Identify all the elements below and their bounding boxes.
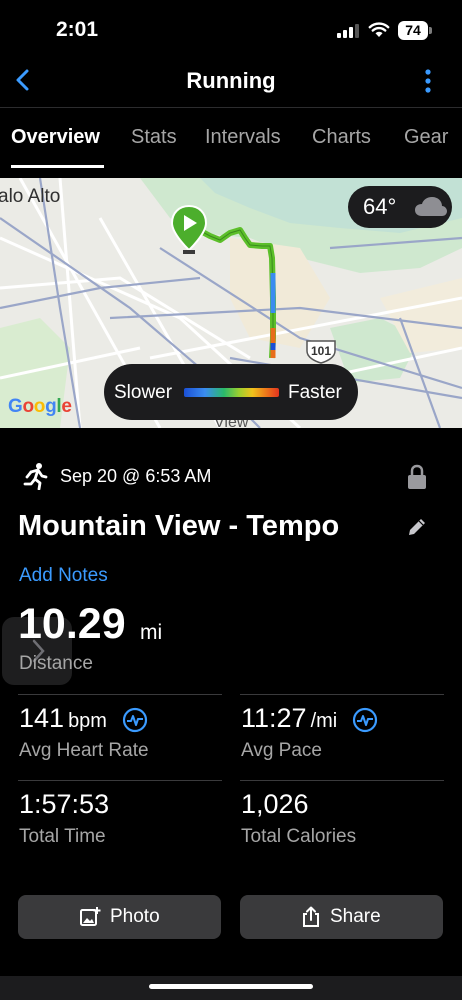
status-time: 2:01 [56,18,99,41]
heart-rate-chart-icon[interactable] [122,707,148,733]
highway-shield-icon: 101 [306,340,336,364]
cellular-signal-icon [337,24,359,38]
google-logo: Google [8,396,72,417]
avg-pace-label: Avg Pace [241,740,322,761]
battery-level: 74 [398,21,428,40]
total-time-value: 1:57:53 [19,789,110,819]
tab-overview[interactable]: Overview [11,126,100,149]
status-bar: 2:01 74 [0,0,462,60]
battery-icon: 74 [398,21,432,40]
activity-meta: Sep 20 @ 6:53 AM [18,460,444,494]
share-button-label: Share [330,906,381,927]
weather-temp: 64° [363,194,397,219]
divider [240,694,444,695]
speed-legend: Slower Faster [104,364,358,420]
divider [18,694,222,695]
tab-intervals[interactable]: Intervals [205,126,281,149]
tab-stats[interactable]: Stats [131,126,177,149]
tab-charts[interactable]: Charts [312,126,371,149]
more-options-icon[interactable] [420,68,436,94]
total-calories-value: 1,026 [241,789,309,819]
divider [240,780,444,781]
lock-icon[interactable] [406,464,428,490]
weather-badge: 64° [348,186,452,228]
avg-heart-rate-value: 141 bpm [19,703,107,733]
distance-value: 10.29 [18,600,126,648]
tab-gear[interactable]: Gear [404,126,448,149]
distance-label: Distance [19,653,93,674]
nav-header: Running [0,60,462,108]
speed-gradient-bar [184,388,279,397]
route-map[interactable]: alo Alto View 101 64° Google Slower Fast… [0,178,462,428]
add-notes-link[interactable]: Add Notes [19,565,108,587]
share-icon [303,906,319,927]
cloud-icon [415,197,447,216]
total-time-label: Total Time [19,826,106,847]
activity-date: Sep 20 @ 6:53 AM [60,466,212,486]
photo-button-label: Photo [110,906,160,927]
activity-title: Mountain View - Tempo [18,510,340,542]
share-button[interactable]: Share [240,895,443,939]
running-icon [23,463,48,490]
start-marker-icon [170,204,208,254]
active-tab-indicator [11,165,104,168]
add-photo-icon [80,907,101,926]
divider [18,780,222,781]
avg-pace-value: 11:27/mi [241,703,338,733]
edit-pencil-icon[interactable] [406,516,428,538]
speed-legend-faster: Faster [288,382,342,403]
pace-chart-icon[interactable] [352,707,378,733]
photo-button[interactable]: Photo [18,895,221,939]
avg-heart-rate-label: Avg Heart Rate [19,740,149,761]
page-title: Running [186,68,276,93]
home-indicator-area [0,976,462,1000]
speed-legend-slower: Slower [114,382,173,403]
total-calories-label: Total Calories [241,826,357,847]
tab-bar: Overview Stats Intervals Charts Gear [0,110,462,170]
map-city-label: alo Alto [0,186,61,207]
wifi-icon [368,22,390,37]
distance-unit: mi [140,621,163,644]
home-indicator[interactable] [149,984,313,989]
highway-number: 101 [311,344,331,358]
